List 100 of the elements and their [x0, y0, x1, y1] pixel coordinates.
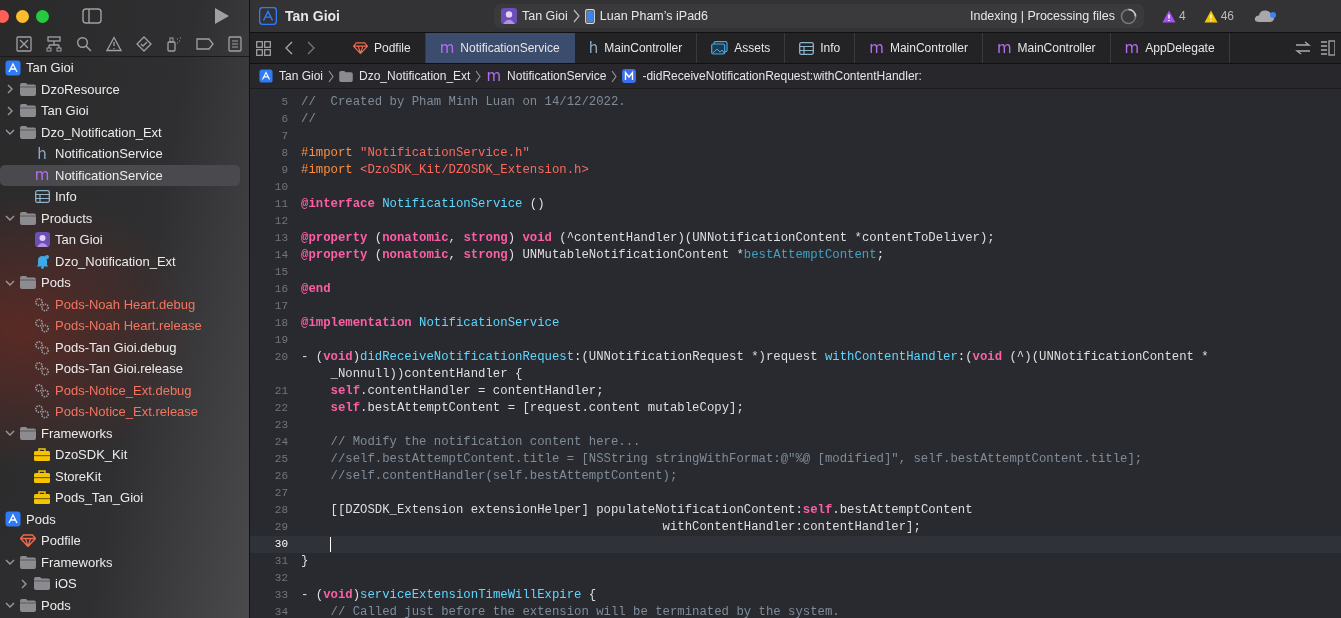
grid-icon[interactable] — [256, 40, 271, 56]
navigator-item[interactable]: Tan Gioi — [0, 57, 240, 79]
navigator-label: Pods-Notice_Ext.debug — [55, 382, 192, 398]
source-control-icon[interactable] — [16, 36, 32, 52]
navigator-item[interactable]: Pods_Tan_Gioi — [0, 487, 240, 509]
source-file-icon: m — [439, 41, 455, 55]
hierarchy-icon[interactable] — [46, 36, 62, 52]
navigator-item[interactable]: Dzo_Notification_Ext — [0, 250, 240, 272]
navigator-item[interactable]: Pods-Tan Gioi.debug — [0, 336, 240, 358]
editor-tab[interactable]: m MainController — [855, 33, 983, 63]
navigator-item[interactable]: StoreKit — [0, 465, 240, 487]
breadcrumb-item[interactable]: m NotificationService — [486, 69, 607, 83]
navigator-item[interactable]: DzoSDK_Kit — [0, 444, 240, 466]
navigator-label: iOS — [55, 576, 77, 592]
header-file-icon: h — [588, 41, 599, 55]
scheme-selector[interactable]: Tan Gioi — [500, 8, 568, 24]
navigator-item[interactable]: Frameworks — [0, 422, 240, 444]
navigator-item[interactable]: Frameworks — [0, 551, 240, 573]
inspector-icon[interactable] — [1321, 40, 1335, 56]
editor-tab[interactable]: Assets — [697, 33, 786, 63]
code-line: // — [301, 111, 316, 128]
line-number: 33 — [274, 589, 288, 601]
editor-tab[interactable]: m MainController — [982, 33, 1111, 63]
navigator-item[interactable]: Pods — [0, 594, 240, 616]
source-file-icon: m — [1124, 41, 1140, 55]
line-number: 30 — [274, 538, 288, 550]
gears-icon — [34, 361, 50, 377]
breadcrumb-item[interactable]: Dzo_Notification_Ext — [339, 69, 471, 83]
chevron-right-icon[interactable] — [5, 105, 15, 116]
list-icon[interactable] — [228, 36, 242, 52]
back-icon[interactable] — [285, 41, 293, 55]
folder-icon — [20, 82, 36, 96]
code-line: #import "NotificationService.h" — [301, 145, 530, 162]
editor-tab[interactable]: m NotificationService — [425, 33, 575, 63]
navigator-item[interactable]: h NotificationService — [0, 143, 240, 165]
line-number: 18 — [274, 317, 288, 329]
navigator-item[interactable]: Pods-Noah Heart.release — [0, 315, 240, 337]
tag-icon[interactable] — [196, 38, 214, 50]
editor-tab[interactable]: h MainController — [574, 33, 698, 63]
navigator-label: Info — [55, 189, 77, 205]
code-line: // Created by Pham Minh Luan on 14/12/2022. — [301, 94, 626, 111]
close-button[interactable] — [0, 9, 9, 23]
navigator-item[interactable]: Info — [0, 186, 240, 208]
diamond-check-icon[interactable] — [136, 36, 152, 52]
navigator-item[interactable]: Products — [0, 207, 240, 229]
line-number: 29 — [274, 521, 288, 533]
toolbox-icon — [34, 469, 50, 483]
line-number: 15 — [274, 266, 288, 278]
navigator-label: DzoSDK_Kit — [55, 447, 128, 463]
cloud-icon[interactable] — [1254, 9, 1278, 23]
navigator-item[interactable]: iOS — [0, 573, 240, 595]
navigator-item[interactable]: Tan Gioi — [0, 229, 240, 251]
code-line: #import <DzoSDK_Kit/DZOSDK_Extension.h> — [301, 162, 589, 179]
editor-tab[interactable]: Podfile — [339, 33, 426, 63]
code-line: self.contentHandler = contentHandler; — [329, 383, 604, 400]
navigator-item[interactable]: m NotificationService — [0, 164, 240, 186]
navigator-item[interactable]: Pods — [0, 508, 240, 530]
toolbox-icon — [34, 448, 50, 462]
navigator-label: Pods_Tan_Gioi — [55, 490, 144, 506]
editor-tab[interactable]: m AppDelegate — [1110, 33, 1230, 63]
minimize-button[interactable] — [16, 9, 29, 23]
chevron-right-icon[interactable] — [19, 578, 29, 589]
play-icon[interactable] — [214, 7, 230, 25]
navigator-item[interactable]: DzoResource — [0, 78, 240, 100]
navigator-label: Podfile — [41, 533, 81, 549]
navigator-item[interactable]: Pods — [0, 272, 240, 294]
breadcrumb-item[interactable]: -didReceiveNotificationRequest:withContentHandler: — [622, 69, 922, 83]
navigator-item[interactable]: Pods-Notice_Ext.release — [0, 401, 240, 423]
device-selector[interactable]: Luan Pham’s iPad6 — [584, 8, 708, 24]
source-file-icon: m — [869, 41, 884, 55]
navigator-item[interactable]: Podfile — [0, 530, 240, 552]
navigator-label: Pods-Noah Heart.debug — [55, 296, 196, 312]
breadcrumb-item[interactable]: Tan Gioi — [259, 69, 324, 83]
swap-icon[interactable] — [1295, 41, 1311, 55]
gem-icon — [353, 42, 368, 54]
line-number: 34 — [274, 606, 288, 618]
spray-icon[interactable] — [166, 36, 182, 52]
code-line: @end — [301, 281, 331, 298]
header-file-icon: h — [37, 146, 47, 161]
source-file-icon: m — [34, 168, 50, 183]
navigator-item[interactable]: Pods-Tan Gioi.release — [0, 358, 240, 380]
code-line: withContentHandler:contentHandler]; — [661, 519, 921, 536]
issue-count[interactable]: 46 — [1203, 9, 1234, 23]
method-icon — [622, 69, 637, 83]
issue-count[interactable]: 4 — [1161, 9, 1186, 23]
search-icon[interactable] — [76, 36, 92, 52]
navigator-item[interactable]: Tan Gioi — [0, 100, 240, 122]
navigator-label: Pods — [41, 597, 71, 613]
warning-icon[interactable] — [106, 36, 122, 52]
navigator-item[interactable]: Pods-Notice_Ext.debug — [0, 379, 240, 401]
editor-tab[interactable]: Info — [785, 33, 856, 63]
tablet-icon — [584, 8, 595, 24]
navigator-item[interactable]: Pods-Noah Heart.debug — [0, 293, 240, 315]
chevron-right-icon[interactable] — [5, 84, 15, 95]
navigator-item[interactable]: Dzo_Notification_Ext — [0, 121, 240, 143]
toolbox-icon — [34, 491, 50, 505]
zoom-button[interactable] — [36, 9, 49, 23]
forward-icon[interactable] — [307, 41, 315, 55]
sidebar-toggle-icon[interactable] — [82, 8, 102, 24]
line-number: 8 — [281, 147, 288, 159]
